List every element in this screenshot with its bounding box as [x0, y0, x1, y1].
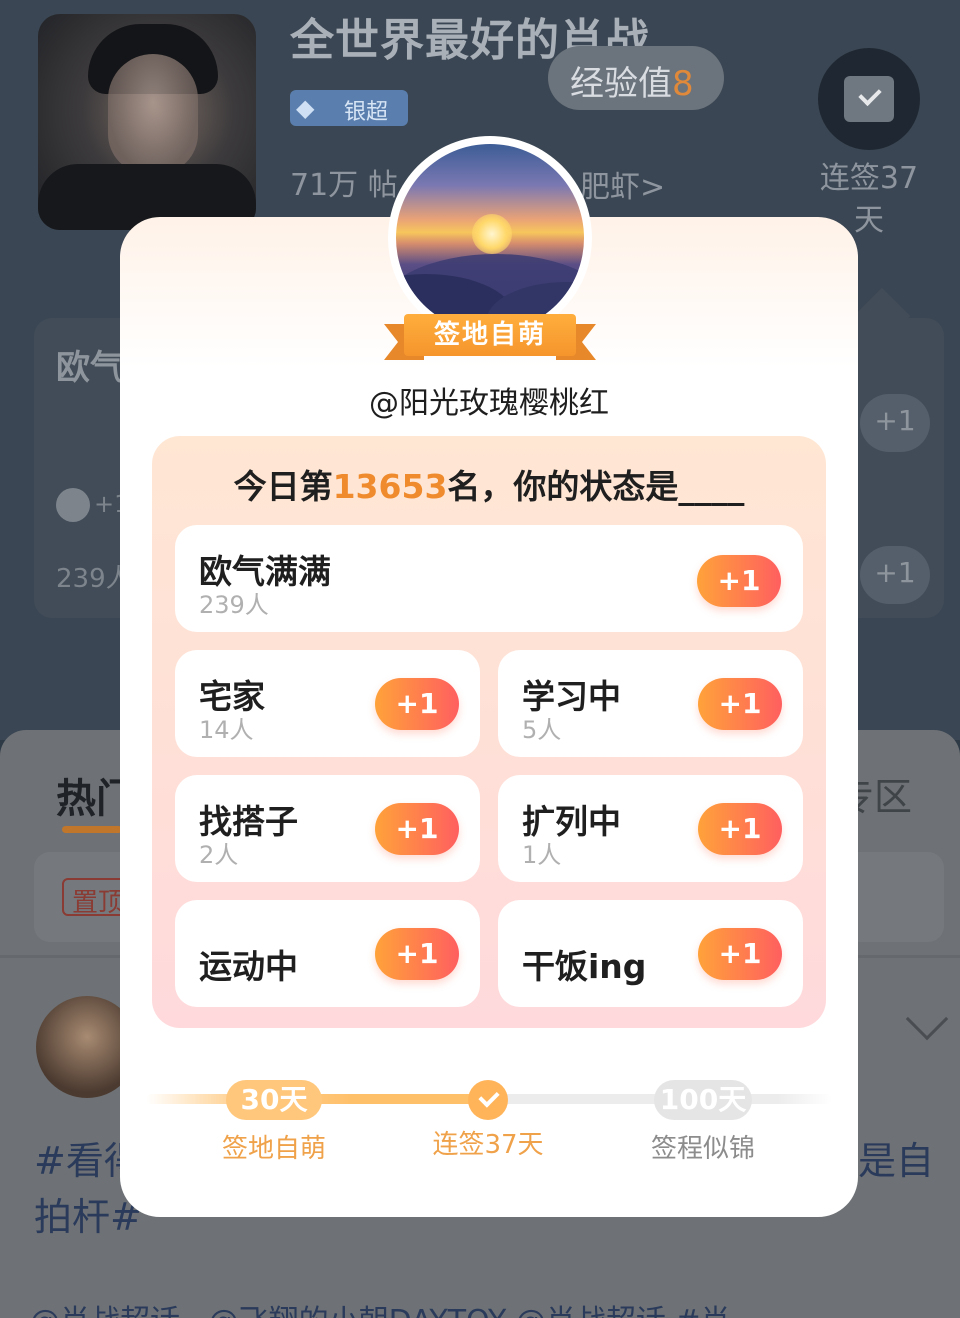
- status-option-exercising[interactable]: 运动中 +1: [175, 900, 480, 1007]
- question-suffix: 名，你的状态是____: [447, 467, 745, 506]
- level-ribbon: 签地自萌: [384, 312, 596, 362]
- exp-value: 8: [672, 64, 694, 104]
- question-prefix: 今日第: [233, 467, 333, 506]
- status-option-find-partner[interactable]: 找搭子 2人 +1: [175, 775, 480, 882]
- username: @阳光玫瑰樱桃红: [369, 386, 609, 421]
- post-mentions: @肖战超话 · @飞翔的小朝DAYTOY @肖战超话 #肖: [30, 1296, 731, 1318]
- milestone-30-days: 30天: [226, 1080, 322, 1120]
- silver-super-badge[interactable]: ◆ 银超: [290, 90, 408, 126]
- calendar-check-icon: [844, 76, 894, 122]
- milestone-100-days: 100天: [654, 1080, 752, 1120]
- status-option-studying[interactable]: 学习中 5人 +1: [498, 650, 803, 757]
- plus-one-button[interactable]: +1: [698, 928, 782, 980]
- bg-plus-button-1[interactable]: +1: [860, 394, 930, 452]
- milestone-30-label: 签地自萌: [221, 1134, 326, 1164]
- diamond-icon: ◆: [296, 94, 315, 122]
- status-question: 今日第13653名，你的状态是____: [152, 460, 826, 508]
- status-option-eating[interactable]: 干饭ing +1: [498, 900, 803, 1007]
- avatar-sun: [472, 214, 512, 254]
- milestone-100-label: 签程似锦: [650, 1134, 755, 1164]
- plus-one-button[interactable]: +1: [375, 928, 459, 980]
- streak-line1: 连签37: [819, 161, 919, 196]
- option-count: 5人: [522, 716, 562, 744]
- bg-card-title: 欧气: [56, 348, 124, 388]
- checkin-button[interactable]: [818, 48, 920, 150]
- exp-label: 经验值: [570, 64, 672, 104]
- tab-indicator: [62, 826, 122, 833]
- badge-label: 银超: [344, 100, 389, 125]
- status-option-luck[interactable]: 欧气满满 239人 +1: [175, 525, 803, 632]
- post-text-line1-right: 是自: [858, 1139, 935, 1183]
- plus-one-button[interactable]: +1: [375, 803, 459, 855]
- user-avatar[interactable]: [396, 144, 584, 332]
- post-count: 71万 帖: [290, 168, 398, 203]
- option-count: 2人: [199, 841, 239, 869]
- topic-avatar[interactable]: [38, 14, 256, 230]
- avatar-face: [108, 54, 198, 174]
- status-option-home[interactable]: 宅家 14人 +1: [175, 650, 480, 757]
- plus-one-button[interactable]: +1: [697, 555, 781, 607]
- option-name: 运动中: [199, 947, 298, 986]
- status-option-make-friends[interactable]: 扩列中 1人 +1: [498, 775, 803, 882]
- shrimp-link[interactable]: 肥虾>: [580, 162, 665, 206]
- option-count: 239人: [199, 591, 269, 619]
- plus-one-button[interactable]: +1: [375, 678, 459, 730]
- bg-plus-button-2[interactable]: +1: [860, 546, 930, 604]
- option-name: 干饭ing: [522, 947, 647, 986]
- experience-pill: 经验值8: [548, 46, 724, 110]
- option-count: 1人: [522, 841, 562, 869]
- option-count: 14人: [199, 716, 254, 744]
- check-icon: [468, 1080, 508, 1120]
- rank-number: 13653: [332, 467, 448, 506]
- bg-card-avatar: [56, 488, 90, 522]
- ribbon-label: 签地自萌: [404, 314, 576, 356]
- current-streak-label: 连签37天: [432, 1130, 544, 1160]
- plus-one-button[interactable]: +1: [698, 678, 782, 730]
- plus-one-button[interactable]: +1: [698, 803, 782, 855]
